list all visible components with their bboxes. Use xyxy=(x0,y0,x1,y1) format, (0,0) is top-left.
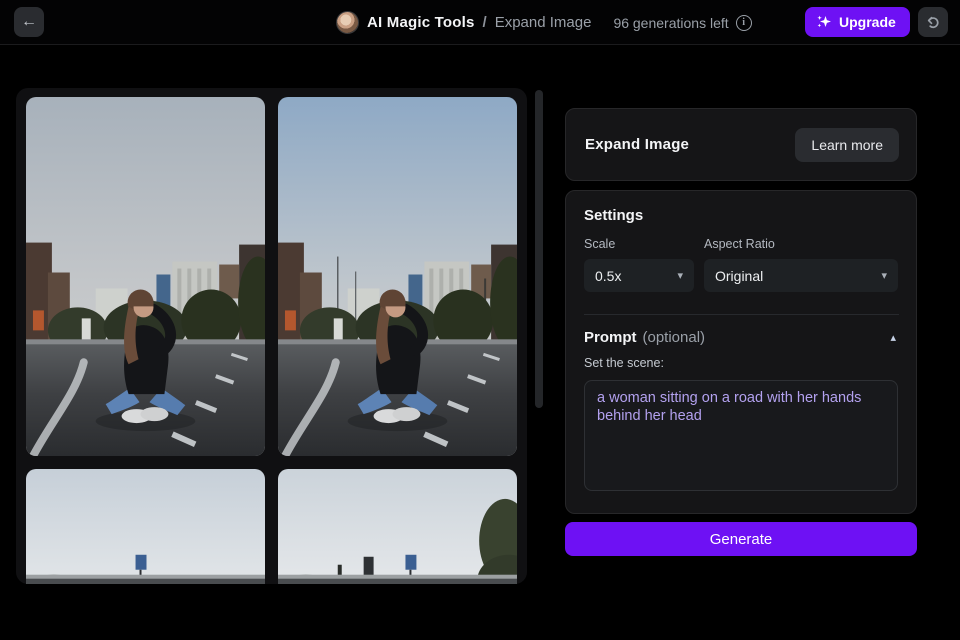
prompt-title: Prompt xyxy=(584,329,637,346)
back-button[interactable]: ← xyxy=(14,7,44,37)
back-arrow-icon: ← xyxy=(21,13,37,30)
scale-field: Scale 0.5x ▾ xyxy=(584,237,694,292)
prompt-input[interactable]: a woman sitting on a road with her hands… xyxy=(584,380,898,491)
collapse-section-button[interactable]: ▴ xyxy=(888,329,898,346)
avatar xyxy=(336,11,359,34)
prompt-optional-label: (optional) xyxy=(642,329,706,346)
aspect-ratio-label: Aspect Ratio xyxy=(704,237,775,251)
prompt-header: Prompt (optional) ▴ xyxy=(584,329,898,346)
section-divider xyxy=(584,314,899,315)
generations-left: 96 generations left i xyxy=(613,14,752,31)
tool-header-card: Expand Image Learn more xyxy=(565,108,917,181)
aspect-ratio-value: Original xyxy=(715,267,764,284)
undo-button[interactable] xyxy=(918,7,948,37)
scale-dropdown[interactable]: 0.5x ▾ xyxy=(584,259,694,292)
gallery-scrollbar[interactable] xyxy=(535,90,543,408)
aspect-ratio-dropdown[interactable]: Original ▾ xyxy=(704,259,898,292)
results-grid xyxy=(26,97,517,584)
breadcrumb-separator: / xyxy=(482,14,487,31)
generate-button[interactable]: Generate xyxy=(565,522,917,556)
chevron-down-icon: ▾ xyxy=(881,270,887,282)
aspect-ratio-field: Aspect Ratio Original ▾ xyxy=(704,237,898,292)
expand-result-2[interactable] xyxy=(278,97,517,456)
expand-result-4[interactable] xyxy=(278,469,517,584)
learn-more-button[interactable]: Learn more xyxy=(795,127,899,162)
upgrade-button[interactable]: Upgrade xyxy=(805,7,910,37)
tool-title: Expand Image xyxy=(585,136,690,153)
results-gallery xyxy=(16,88,527,584)
undo-icon xyxy=(927,16,939,28)
chevron-down-icon: ▾ xyxy=(677,270,683,282)
sparkles-icon xyxy=(817,15,831,28)
expand-result-1[interactable] xyxy=(26,97,265,456)
settings-card: Settings Scale 0.5x ▾ Aspect Ratio Origi… xyxy=(565,190,917,514)
breadcrumb: AI Magic Tools / Expand Image 96 generat… xyxy=(336,0,752,45)
top-bar: ← AI Magic Tools / Expand Image 96 gener… xyxy=(0,0,960,45)
settings-fields: Scale 0.5x ▾ Aspect Ratio Original ▾ xyxy=(584,237,898,292)
settings-title: Settings xyxy=(584,207,644,224)
scale-value: 0.5x xyxy=(595,267,622,284)
expand-result-3[interactable] xyxy=(26,469,265,584)
scale-label: Scale xyxy=(584,237,616,251)
upgrade-label: Upgrade xyxy=(839,14,896,30)
chevron-up-icon: ▴ xyxy=(890,332,896,344)
info-icon[interactable]: i xyxy=(735,14,752,31)
breadcrumb-app[interactable]: AI Magic Tools xyxy=(367,14,475,31)
expand-image-app: ← AI Magic Tools / Expand Image 96 gener… xyxy=(0,0,960,640)
set-scene-label: Set the scene: xyxy=(584,356,664,370)
breadcrumb-page: Expand Image xyxy=(494,14,592,31)
